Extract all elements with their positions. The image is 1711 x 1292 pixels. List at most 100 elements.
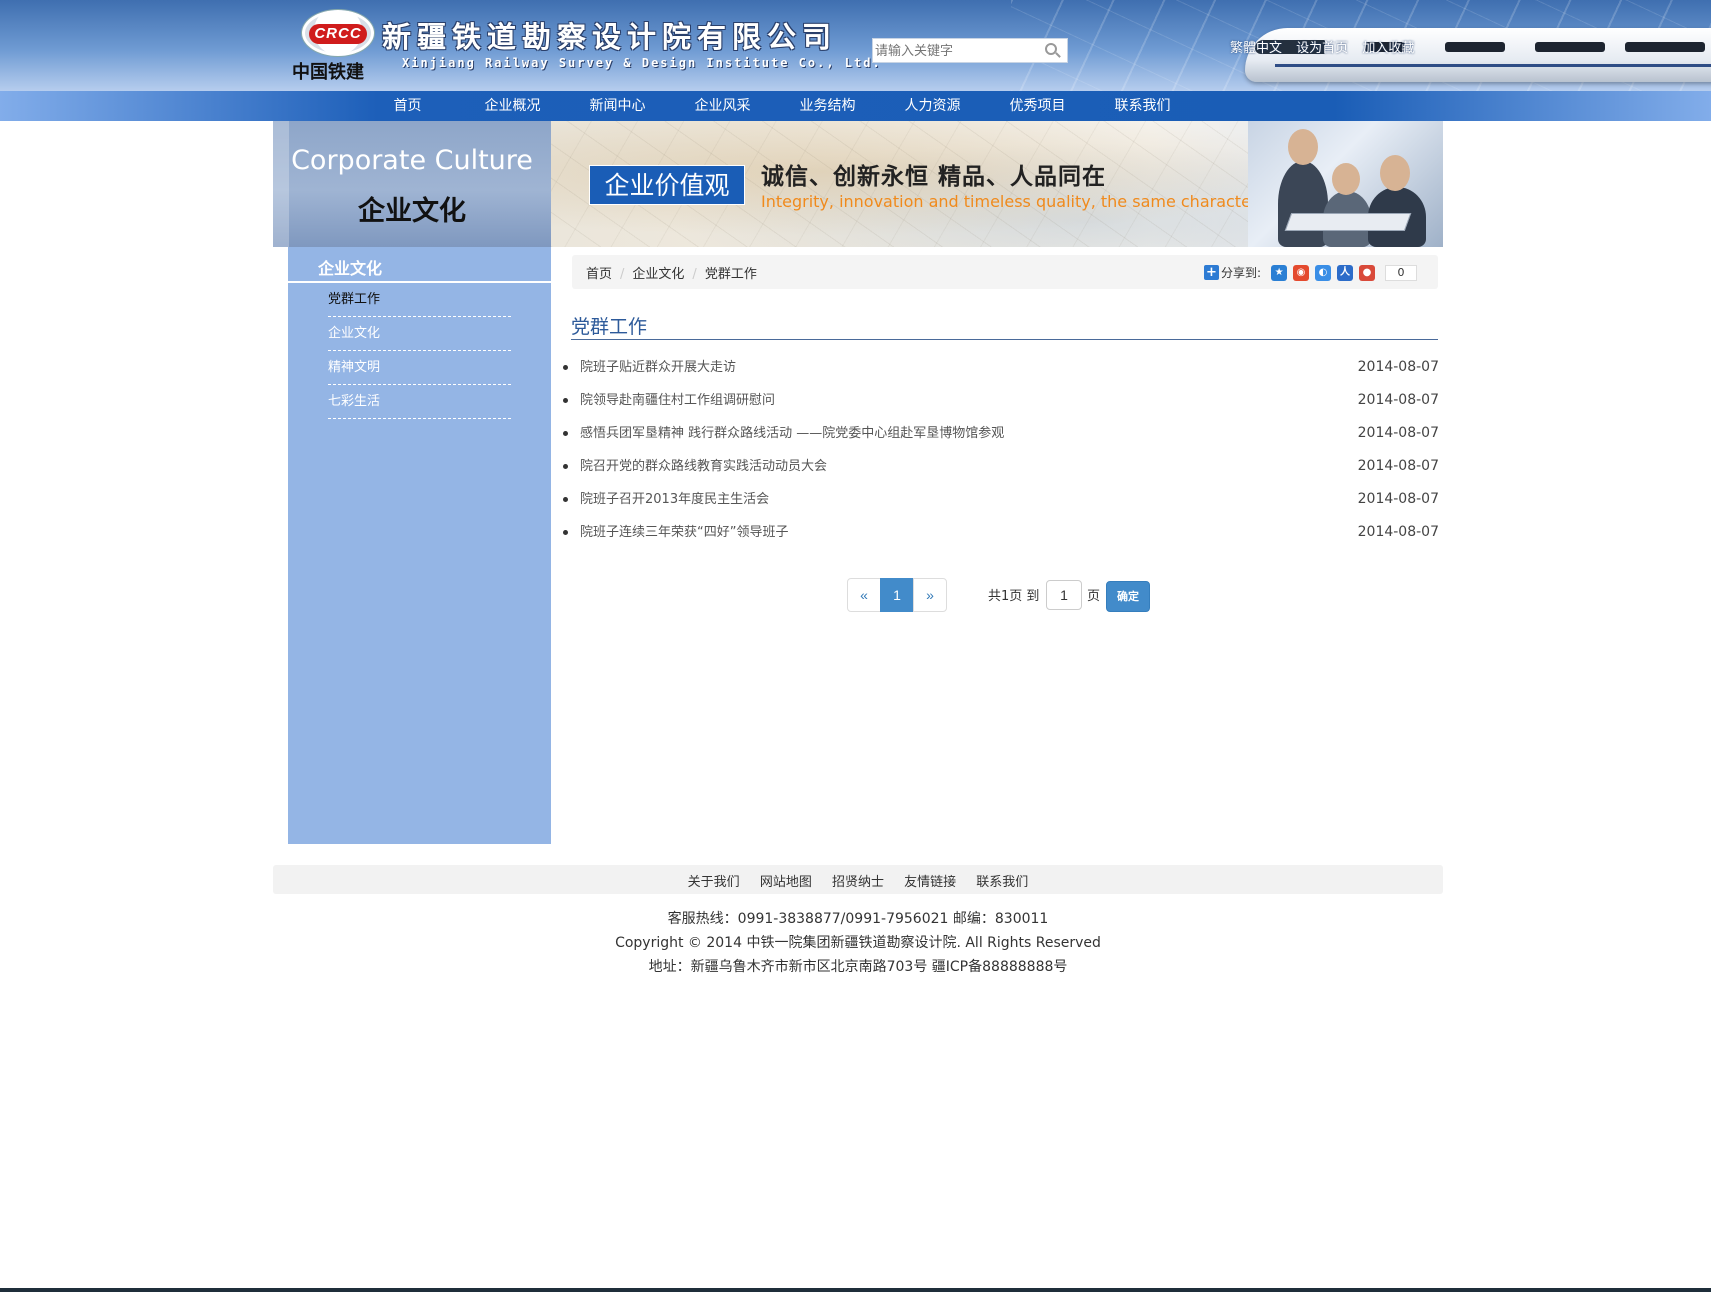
list-item: 院班子召开2013年度民主生活会 2014-08-07 <box>563 487 1439 520</box>
banner-title-panel: Corporate Culture 企业文化 <box>273 121 551 247</box>
main-nav: 首页 企业概况 新闻中心 企业风采 业务结构 人力资源 优秀项目 联系我们 <box>0 91 1711 121</box>
article-date: 2014-08-07 <box>1357 524 1439 540</box>
banner-title-english: Corporate Culture <box>291 145 533 176</box>
share-plus-icon[interactable]: + <box>1204 265 1219 280</box>
sidebar: 企业文化 党群工作 企业文化 精神文明 七彩生活 <box>288 247 551 844</box>
go-page-button[interactable]: 确定 <box>1106 581 1150 612</box>
value-badge: 企业价值观 <box>589 165 745 205</box>
article-date: 2014-08-07 <box>1357 491 1439 507</box>
article-title-link[interactable]: 院召开党的群众路线教育实践活动动员大会 <box>580 454 827 479</box>
footer-link-about[interactable]: 关于我们 <box>688 875 740 890</box>
nav-item-contact[interactable]: 联系我们 <box>1090 91 1195 121</box>
article-title-link[interactable]: 院班子召开2013年度民主生活会 <box>580 487 769 512</box>
team-photo-image <box>1248 121 1443 247</box>
article-list: 院班子贴近群众开展大走访 2014-08-07 院领导赴南疆住村工作组调研慰问 … <box>563 355 1439 553</box>
breadcrumb-separator: / <box>692 267 697 282</box>
share-label: 分享到: <box>1221 266 1262 280</box>
footer-link-careers[interactable]: 招贤纳士 <box>832 875 884 890</box>
breadcrumb: 首页 / 企业文化 / 党群工作 <box>586 263 757 282</box>
search-icon[interactable] <box>1043 42 1063 60</box>
company-english-name: Xinjiang Railway Survey & Design Institu… <box>402 56 882 70</box>
article-title-link[interactable]: 感悟兵团军垦精神 践行群众路线活动 ——院党委中心组赴军垦博物馆参观 <box>580 421 1004 446</box>
share-count: 0 <box>1385 264 1418 281</box>
prev-page-button[interactable]: « <box>847 578 881 612</box>
bullet-icon <box>563 365 568 370</box>
window-bottom-edge <box>0 1288 1711 1292</box>
breadcrumb-separator: / <box>620 267 625 282</box>
list-item: 院班子贴近群众开展大走访 2014-08-07 <box>563 355 1439 388</box>
page-banner: Corporate Culture 企业文化 企业价值观 诚信、创新永恒 精品、… <box>273 121 1443 247</box>
banner-title-chinese: 企业文化 <box>358 196 466 227</box>
page-number-input[interactable] <box>1046 580 1082 610</box>
next-page-button[interactable]: » <box>913 578 947 612</box>
page-1-button[interactable]: 1 <box>880 578 914 612</box>
nav-item-projects[interactable]: 优秀项目 <box>985 91 1090 121</box>
nav-item-business[interactable]: 业务结构 <box>775 91 880 121</box>
footer-link-sitemap[interactable]: 网站地图 <box>760 875 812 890</box>
company-name: 新疆铁道勘察设计院有限公司 <box>382 20 838 54</box>
search-input[interactable] <box>875 41 1040 61</box>
sidebar-item-colorful-life[interactable]: 七彩生活 <box>328 385 511 419</box>
sidebar-item-party-work[interactable]: 党群工作 <box>328 283 511 317</box>
breadcrumb-bar: 首页 / 企业文化 / 党群工作 + 分享到: ★ ◉ ◐ 人 ● 0 <box>572 255 1438 289</box>
bullet-icon <box>563 464 568 469</box>
article-date: 2014-08-07 <box>1357 458 1439 474</box>
renren-share-icon[interactable]: 人 <box>1337 264 1354 281</box>
bullet-icon <box>563 398 568 403</box>
sidebar-item-corporate-culture[interactable]: 企业文化 <box>328 317 511 351</box>
breadcrumb-culture[interactable]: 企业文化 <box>632 267 684 282</box>
footer-link-contact[interactable]: 联系我们 <box>976 875 1028 890</box>
link-add-favorite[interactable]: 加入收藏 <box>1362 41 1414 56</box>
top-links: 繁體中文 设为首页 加入收藏 <box>1230 37 1424 56</box>
breadcrumb-home[interactable]: 首页 <box>586 267 612 282</box>
crcc-logo-icon: CRCC <box>302 10 374 56</box>
nav-item-home[interactable]: 首页 <box>355 91 460 121</box>
nav-item-hr[interactable]: 人力资源 <box>880 91 985 121</box>
share-toolbar: + 分享到: ★ ◉ ◐ 人 ● 0 <box>1204 264 1418 282</box>
pagination-total-text: 共1页 到 <box>988 589 1040 604</box>
sidebar-title: 企业文化 <box>318 259 383 278</box>
douban-share-icon[interactable]: ● <box>1359 264 1376 281</box>
nav-item-overview[interactable]: 企业概况 <box>460 91 565 121</box>
list-item: 院班子连续三年荣获“四好”领导班子 2014-08-07 <box>563 520 1439 553</box>
article-date: 2014-08-07 <box>1357 425 1439 441</box>
search-box <box>872 38 1068 63</box>
article-title-link[interactable]: 院班子连续三年荣获“四好”领导班子 <box>580 520 788 545</box>
qzone-share-icon[interactable]: ★ <box>1271 264 1288 281</box>
footer-links-bar: 关于我们 网站地图 招贤纳士 友情链接 联系我们 <box>273 865 1443 894</box>
article-title-link[interactable]: 院领导赴南疆住村工作组调研慰问 <box>580 388 775 413</box>
breadcrumb-current: 党群工作 <box>704 267 757 282</box>
pagination-page-suffix: 页 <box>1087 589 1101 604</box>
list-item: 院领导赴南疆住村工作组调研慰问 2014-08-07 <box>563 388 1439 421</box>
footer-copyright: Copyright © 2014 中铁一院集团新疆铁道勘察设计院. All Ri… <box>615 935 1101 951</box>
list-item: 感悟兵团军垦精神 践行群众路线活动 ——院党委中心组赴军垦博物馆参观 2014-… <box>563 421 1439 454</box>
article-date: 2014-08-07 <box>1357 359 1439 375</box>
pagination: « 1 » <box>847 578 947 612</box>
footer-address: 地址：新疆乌鲁木齐市新市区北京南路703号 疆ICP备88888888号 <box>648 959 1068 975</box>
sidebar-item-spiritual-civilization[interactable]: 精神文明 <box>328 351 511 385</box>
section-title: 党群工作 <box>571 316 648 338</box>
nav-item-style[interactable]: 企业风采 <box>670 91 775 121</box>
weibo-share-icon[interactable]: ◉ <box>1293 264 1310 281</box>
section-header: 党群工作 <box>571 312 1438 340</box>
sidebar-menu: 党群工作 企业文化 精神文明 七彩生活 <box>328 283 511 419</box>
bullet-icon <box>563 530 568 535</box>
nav-item-news[interactable]: 新闻中心 <box>565 91 670 121</box>
footer-links: 关于我们 网站地图 招贤纳士 友情链接 联系我们 <box>273 871 1443 890</box>
logo-chinese-text: 中国铁建 <box>292 62 364 83</box>
list-item: 院召开党的群众路线教育实践活动动员大会 2014-08-07 <box>563 454 1439 487</box>
bullet-icon <box>563 431 568 436</box>
footer-hotline: 客服热线：0991-3838877/0991-7956021 邮编：830011 <box>667 911 1049 927</box>
link-traditional-chinese[interactable]: 繁體中文 <box>1230 41 1282 56</box>
article-title-link[interactable]: 院班子贴近群众开展大走访 <box>580 355 736 380</box>
sidebar-header: 企业文化 <box>288 247 551 283</box>
bullet-icon <box>563 497 568 502</box>
footer-link-friends[interactable]: 友情链接 <box>904 875 956 890</box>
tencent-weibo-share-icon[interactable]: ◐ <box>1315 264 1332 281</box>
site-header: CRCC 中国铁建 新疆铁道勘察设计院有限公司 Xinjiang Railway… <box>0 0 1711 91</box>
logo-mark-text: CRCC <box>309 24 367 44</box>
link-set-homepage[interactable]: 设为首页 <box>1296 41 1348 56</box>
article-date: 2014-08-07 <box>1357 392 1439 408</box>
slogan-chinese: 诚信、创新永恒 精品、人品同在 <box>761 164 1107 190</box>
slogan-english: Integrity, innovation and timeless quali… <box>761 192 1258 211</box>
